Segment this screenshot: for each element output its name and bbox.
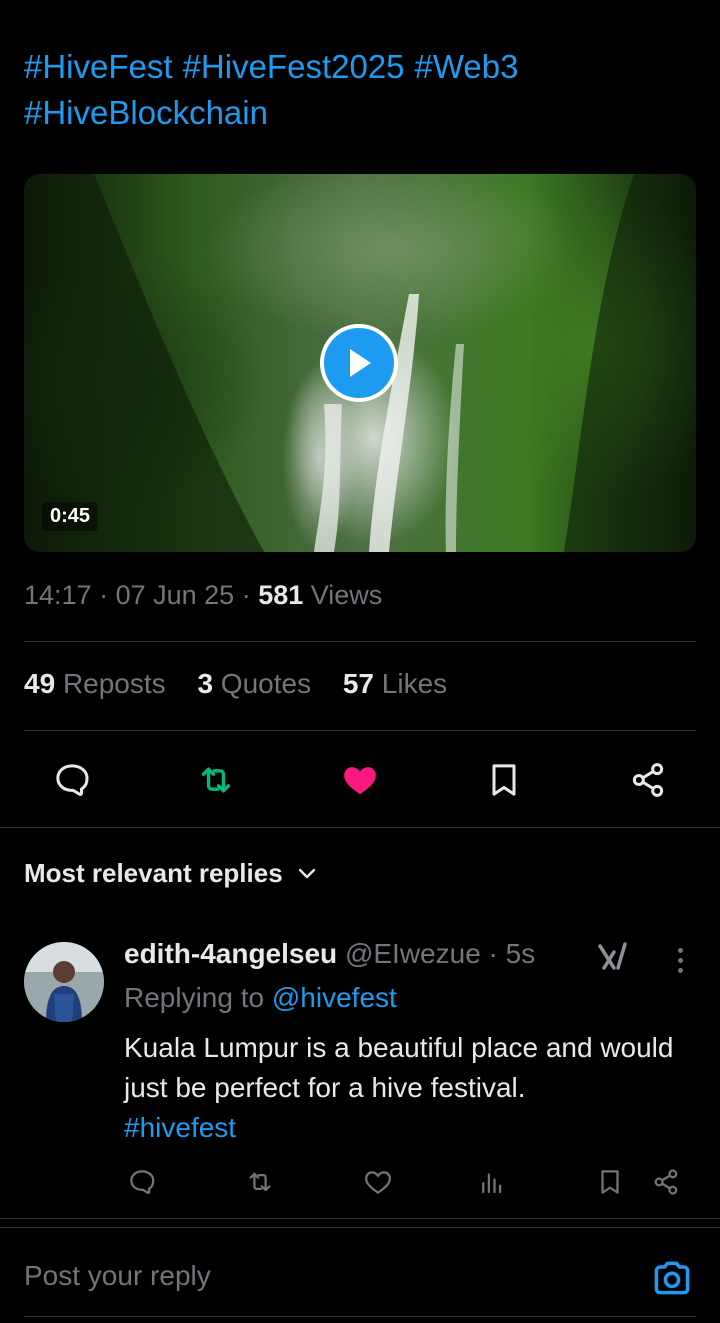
replying-to-label: Replying to: [124, 982, 265, 1013]
camera-icon: [654, 1261, 690, 1295]
reply-header: edith-4angelseu @EIwezue · 5s: [124, 938, 536, 969]
grok-logo-icon: [598, 942, 627, 970]
bookmark-button[interactable]: [480, 758, 528, 802]
share-icon: [654, 1169, 678, 1195]
video-duration: 0:45: [42, 502, 99, 531]
share-button[interactable]: [624, 758, 672, 802]
reply-share-button[interactable]: [648, 1164, 684, 1200]
post-date: 07 Jun 25: [115, 580, 235, 610]
post-hashtags: #HiveFest #HiveFest2025 #Web3 #HiveBlockch…: [24, 44, 704, 136]
divider: [0, 1227, 720, 1228]
reply-reply-button[interactable]: [124, 1164, 160, 1200]
reply-icon: [56, 764, 89, 796]
grok-icon[interactable]: [596, 940, 630, 974]
replies-sort-dropdown[interactable]: Most relevant replies: [24, 858, 317, 889]
divider: [0, 827, 720, 828]
post-meta: 14:17 · 07 Jun 25 · 581 Views: [24, 580, 383, 610]
reply-handle[interactable]: @EIwezue: [345, 938, 481, 969]
post-time: 14:17: [24, 580, 92, 610]
dot-icon: [677, 957, 683, 963]
hashtag-link[interactable]: #HiveBlockchain: [24, 94, 268, 131]
divider: [24, 730, 696, 731]
reply-input[interactable]: Post your reply: [24, 1260, 211, 1292]
repost-icon: [201, 767, 231, 793]
replies-sort-label: Most relevant replies: [24, 858, 283, 888]
likes-stat[interactable]: 57 Likes: [343, 668, 447, 699]
heart-filled-icon: [344, 767, 376, 795]
heart-icon: [364, 1171, 392, 1194]
more-options-button[interactable]: [666, 944, 694, 976]
divider: [24, 641, 696, 642]
replying-to-handle[interactable]: @hivefest: [272, 982, 397, 1013]
views-label: Views: [310, 580, 383, 610]
hashtag-link[interactable]: #HiveFest: [24, 48, 173, 85]
play-button[interactable]: [320, 324, 398, 402]
reply-like-button[interactable]: [360, 1164, 396, 1200]
reply-time: 5s: [505, 938, 536, 969]
chevron-down-icon: [298, 868, 315, 878]
dot-icon: [677, 947, 683, 953]
play-icon: [350, 349, 371, 377]
quotes-stat[interactable]: 3 Quotes: [197, 668, 311, 699]
reply-views-button[interactable]: [474, 1164, 510, 1200]
reply-icon: [130, 1170, 155, 1194]
dot-icon: [677, 967, 683, 973]
bookmark-icon: [492, 764, 516, 796]
replying-to: Replying to @hivefest: [124, 982, 397, 1014]
share-icon: [632, 763, 664, 797]
camera-button[interactable]: [650, 1256, 694, 1300]
views-count: 581: [258, 580, 304, 610]
repost-button[interactable]: [192, 758, 240, 802]
bookmark-icon: [601, 1170, 619, 1194]
reposts-stat[interactable]: 49 Reposts: [24, 668, 166, 699]
reply-body: Kuala Lumpur is a beautiful place and wo…: [124, 1028, 684, 1148]
reply-hashtag[interactable]: #hivefest: [124, 1112, 236, 1143]
analytics-icon: [482, 1173, 502, 1194]
reply-bookmark-button[interactable]: [592, 1164, 628, 1200]
avatar[interactable]: [24, 942, 104, 1022]
hashtag-link[interactable]: #Web3: [415, 48, 519, 85]
divider: [24, 1316, 696, 1317]
engagement-stats: 49 Reposts 3 Quotes 57 Likes: [24, 668, 471, 700]
avatar-image: [24, 942, 104, 1022]
reply-button[interactable]: [48, 758, 96, 802]
hashtag-link[interactable]: #HiveFest2025: [183, 48, 405, 85]
divider: [0, 1218, 720, 1219]
like-button[interactable]: [336, 758, 384, 802]
reply-display-name[interactable]: edith-4angelseu: [124, 938, 337, 969]
repost-icon: [249, 1172, 271, 1192]
reply-text: Kuala Lumpur is a beautiful place and wo…: [124, 1032, 674, 1103]
reply-repost-button[interactable]: [242, 1164, 278, 1200]
